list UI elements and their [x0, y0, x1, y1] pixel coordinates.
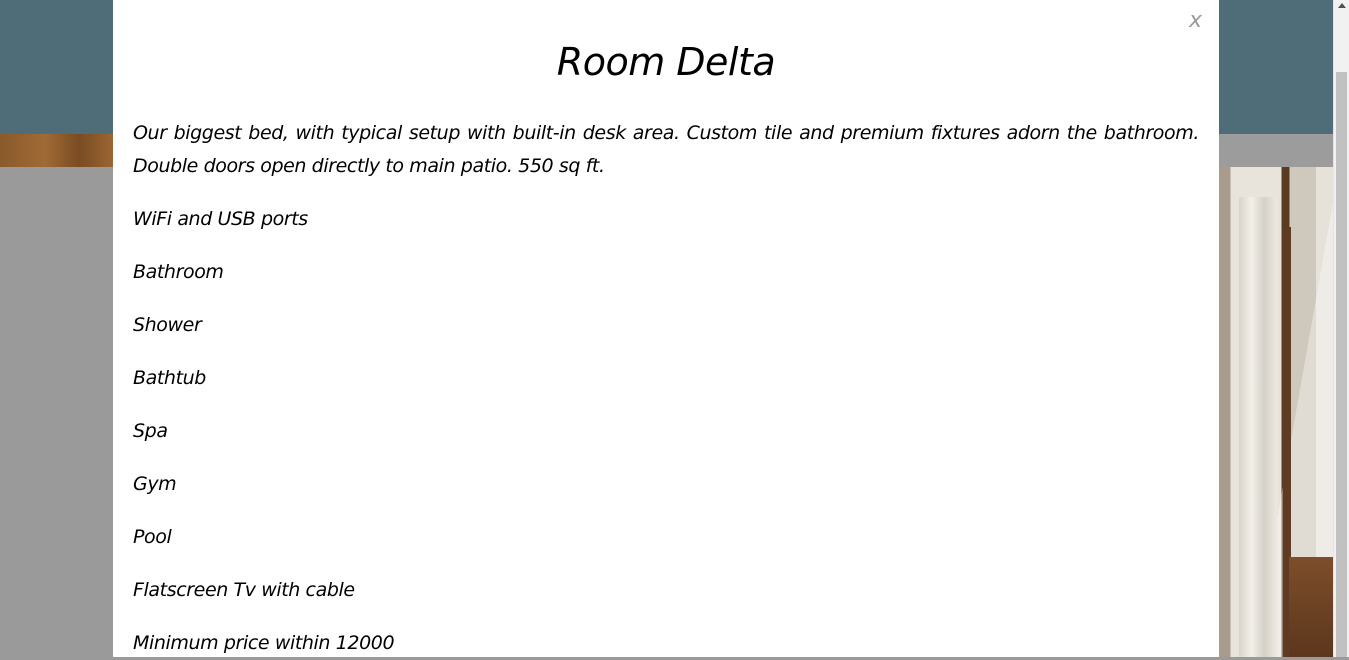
photo-curtain: [1239, 197, 1277, 657]
scrollbar-thumb[interactable]: [1336, 72, 1347, 657]
background-room-photo: [1219, 167, 1333, 657]
amenities-list: WiFi and USB ports Bathroom Shower Batht…: [133, 203, 1199, 660]
page-scrollbar[interactable]: [1333, 0, 1349, 657]
background-strip: [1219, 134, 1333, 167]
photo-sofa: [1289, 557, 1333, 657]
background-overlay: [0, 167, 113, 657]
amenity-item: WiFi and USB ports: [133, 208, 308, 230]
modal-title: Room Delta: [556, 40, 776, 84]
close-button[interactable]: x: [1189, 10, 1202, 32]
amenity-item: Bathtub: [133, 367, 206, 389]
room-description: Our biggest bed, with typical setup with…: [133, 122, 1199, 177]
background-wood-banner: [0, 134, 113, 167]
amenity-item: Bathroom: [133, 261, 224, 283]
scroll-up-arrow-icon[interactable]: [1338, 3, 1346, 8]
amenity-item: Gym: [133, 473, 177, 495]
amenity-item: Spa: [133, 420, 168, 442]
amenity-item: Pool: [133, 526, 172, 548]
amenity-item: Flatscreen Tv with cable: [133, 579, 355, 601]
amenity-item: Minimum price within 12000: [133, 632, 395, 654]
room-details-modal: x Room Delta Our biggest bed, with typic…: [113, 0, 1219, 657]
amenity-item: Shower: [133, 314, 202, 336]
